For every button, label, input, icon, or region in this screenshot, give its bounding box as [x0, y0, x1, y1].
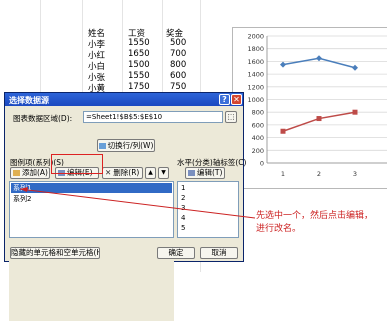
annotation-text: 先选中一个，然后点击编辑，进行改名。: [256, 211, 374, 234]
